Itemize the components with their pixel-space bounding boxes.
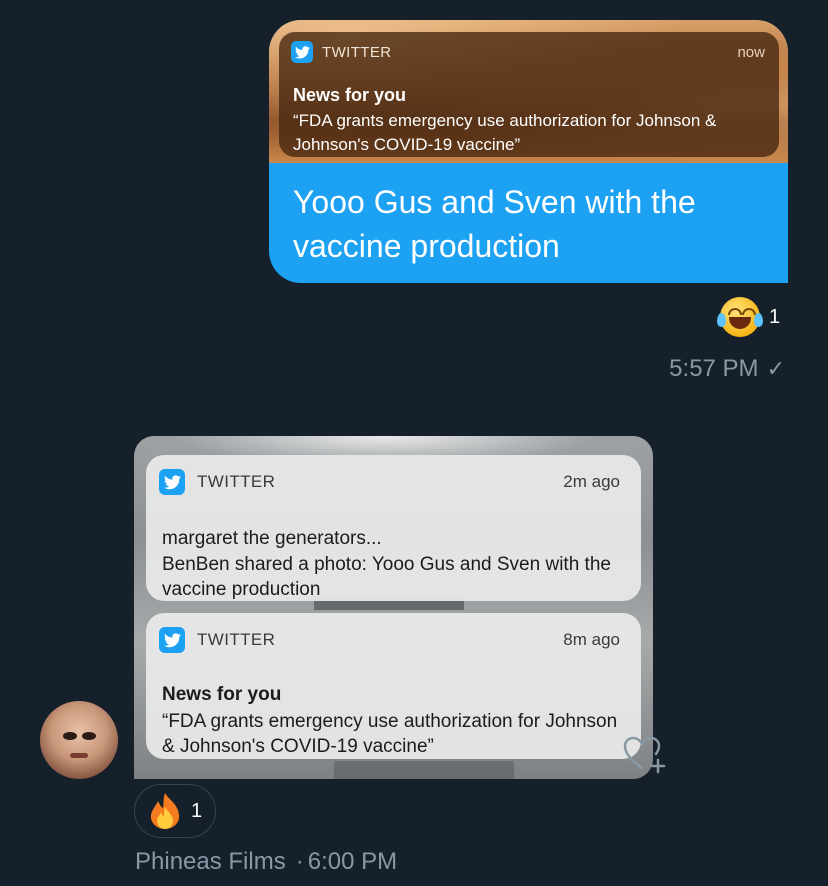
- notification-title: News for you: [162, 684, 282, 705]
- twitter-app-icon: [159, 469, 185, 495]
- notification-body: “FDA grants emergency use authorization …: [293, 111, 717, 154]
- photo-detail: [334, 761, 514, 779]
- outgoing-message-meta: 5:57 PM ✓: [669, 355, 785, 383]
- avatar[interactable]: [40, 701, 118, 779]
- notification-body: BenBen shared a photo: Yooo Gus and Sven…: [162, 554, 611, 600]
- heart-plus-icon[interactable]: [622, 735, 668, 775]
- face-with-tears-of-joy-icon: [717, 297, 763, 337]
- outgoing-reaction[interactable]: 1: [717, 297, 781, 337]
- reaction-count: 1: [769, 305, 781, 328]
- incoming-message-meta: Phineas Films · 6:00 PM: [135, 848, 397, 876]
- notification-app-name: TWITTER: [197, 472, 276, 491]
- meta-separator: ·: [295, 848, 304, 875]
- outgoing-photo[interactable]: TWITTER now News for you “FDA grants eme…: [269, 20, 788, 163]
- fire-icon: [147, 792, 183, 830]
- check-icon: ✓: [766, 356, 785, 381]
- outgoing-message-text: Yooo Gus and Sven with the vaccine produ…: [293, 184, 696, 264]
- twitter-app-icon: [159, 627, 185, 653]
- incoming-reaction[interactable]: 1: [134, 784, 216, 838]
- notification-time: 2m ago: [563, 472, 620, 491]
- reaction-count: 1: [191, 799, 203, 822]
- notification-app-name: TWITTER: [197, 630, 276, 649]
- incoming-notification-card: TWITTER 8m ago News for you “FDA grants …: [146, 613, 641, 759]
- notification-time: 8m ago: [563, 630, 620, 649]
- notification-time: now: [737, 43, 765, 61]
- outgoing-notification-card: TWITTER now News for you “FDA grants eme…: [279, 32, 779, 157]
- notification-body: “FDA grants emergency use authorization …: [162, 711, 618, 757]
- notification-title: margaret the generators...: [162, 528, 382, 549]
- notification-title: News for you: [293, 85, 407, 105]
- notification-header: TWITTER now: [291, 40, 765, 64]
- sender-name[interactable]: Phineas Films: [135, 848, 286, 876]
- notification-header: TWITTER 8m ago: [159, 627, 620, 653]
- incoming-photo[interactable]: TWITTER 2m ago margaret the generators..…: [134, 436, 653, 779]
- message-timestamp: 5:57 PM: [669, 355, 759, 382]
- twitter-app-icon: [291, 41, 313, 63]
- outgoing-message-bubble[interactable]: TWITTER now News for you “FDA grants eme…: [269, 20, 788, 283]
- notification-app-name: TWITTER: [322, 43, 392, 61]
- notification-header: TWITTER 2m ago: [159, 469, 620, 495]
- message-timestamp: 6:00 PM: [307, 848, 398, 875]
- incoming-notification-card: TWITTER 2m ago margaret the generators..…: [146, 455, 641, 601]
